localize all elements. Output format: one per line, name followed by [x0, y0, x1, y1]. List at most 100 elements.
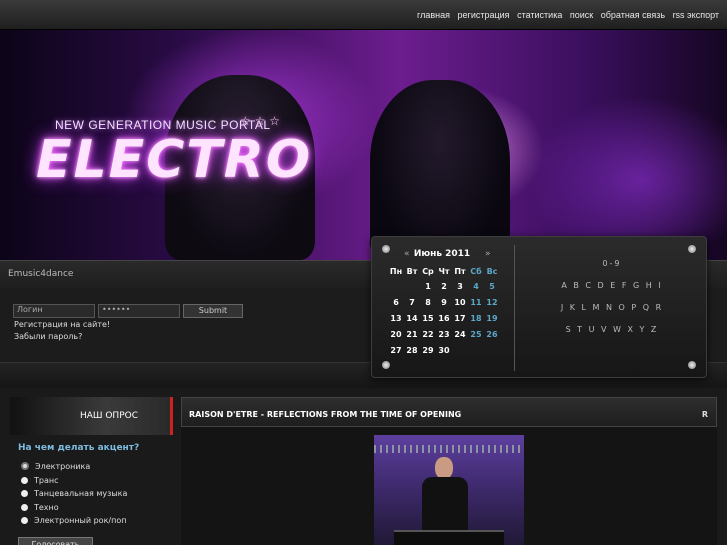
nav-link-statistics[interactable]: статистика [517, 10, 562, 20]
nav-link-feedback[interactable]: обратная связь [601, 10, 665, 20]
calendar-day[interactable]: 10 [452, 294, 468, 310]
header-banner: NEW GENERATION MUSIC PORTAL ☆ ☆ ☆ ELECTR… [0, 30, 727, 260]
calendar-day[interactable]: 16 [436, 310, 452, 326]
calendar-day[interactable]: 27 [388, 342, 404, 358]
calendar-day[interactable]: 6 [388, 294, 404, 310]
calendar-day[interactable]: 12 [484, 294, 500, 310]
calendar-day[interactable]: 18 [468, 310, 484, 326]
vote-button[interactable]: Голосовать [18, 537, 93, 545]
weekday-label: Пн [389, 266, 403, 276]
dj-deck [394, 530, 504, 545]
calendar-day[interactable]: 23 [436, 326, 452, 342]
top-nav-links: главная регистрация статистика поиск обр… [412, 10, 719, 20]
banner-dj-figure-right [370, 80, 510, 260]
article-corner-label: R [701, 410, 708, 419]
poll-option-label: Электроника [35, 462, 91, 471]
calendar-separator [514, 245, 515, 371]
calendar-day[interactable]: 9 [436, 294, 452, 310]
poll-option-label: Танцевальная музыка [34, 489, 128, 498]
weekday-label: Сб [470, 266, 482, 276]
article-block: RAISON D'ETRE - REFLECTIONS FROM THE TIM… [181, 397, 717, 545]
screw-icon [688, 361, 696, 369]
poll-option[interactable]: Техно [21, 503, 59, 512]
calendar-day[interactable] [388, 278, 404, 294]
poll-option-label: Техно [34, 503, 59, 512]
calendar-day[interactable]: 4 [468, 278, 484, 294]
calendar-day[interactable]: 5 [484, 278, 500, 294]
stage-truss [374, 445, 524, 453]
calendar-day[interactable] [404, 278, 420, 294]
screw-icon [688, 245, 696, 253]
calendar-day[interactable]: 14 [404, 310, 420, 326]
weekday-label: Чт [438, 266, 450, 276]
article-header: RAISON D'ETRE - REFLECTIONS FROM THE TIM… [181, 397, 717, 427]
calendar-day[interactable] [468, 342, 484, 358]
submit-button[interactable]: Submit [183, 304, 243, 318]
poll-option-label: Электронный рок/поп [34, 516, 127, 525]
calendar-day[interactable]: 25 [468, 326, 484, 342]
calendar-day[interactable]: 15 [420, 310, 436, 326]
nav-link-search[interactable]: поиск [570, 10, 593, 20]
alpha-index-row[interactable]: S T U V W X Y Z [522, 325, 702, 334]
calendar-day[interactable]: 26 [484, 326, 500, 342]
poll-header: НАШ ОПРОС [10, 397, 173, 435]
calendar-day[interactable]: 17 [452, 310, 468, 326]
calendar-panel: « Июнь 2011 » Пн Вт Ср Чт Пт Сб Вс 1 2 3… [371, 236, 707, 378]
screw-icon [382, 361, 390, 369]
weekday-label: Вс [486, 266, 498, 276]
calendar-day[interactable]: 3 [452, 278, 468, 294]
dj-shirt [422, 477, 468, 537]
poll-option[interactable]: Электронный рок/поп [21, 516, 126, 525]
calendar-month-title: Июнь 2011 [413, 249, 471, 259]
calendar-day[interactable]: 1 [420, 278, 436, 294]
nav-link-register[interactable]: регистрация [458, 10, 510, 20]
weekday-label: Пт [454, 266, 466, 276]
poll-option-label: Транс [34, 476, 59, 485]
weekday-label: Вт [406, 266, 418, 276]
weekday-label: Ср [422, 266, 434, 276]
calendar-day[interactable]: 8 [420, 294, 436, 310]
alpha-index-digits[interactable]: 0-9 [522, 259, 702, 268]
calendar-next-month[interactable]: » [485, 249, 491, 259]
calendar-day[interactable]: 22 [420, 326, 436, 342]
alpha-index-row[interactable]: A B C D E F G H I [522, 281, 702, 290]
calendar-day[interactable]: 2 [436, 278, 452, 294]
calendar-day[interactable]: 11 [468, 294, 484, 310]
calendar-grid: Пн Вт Ср Чт Пт Сб Вс 1 2 3 4 5 6 7 8 9 1… [388, 264, 500, 358]
article-photo[interactable] [374, 435, 524, 545]
radio-icon[interactable] [21, 462, 29, 470]
radio-icon[interactable] [21, 477, 28, 484]
register-link[interactable]: Регистрация на сайте! [14, 320, 110, 329]
poll-title: НАШ ОПРОС [79, 411, 138, 421]
site-logo[interactable]: ELECTRO [36, 130, 312, 190]
dj-head [435, 457, 453, 479]
login-input[interactable]: Логин [13, 304, 95, 318]
calendar-day[interactable]: 21 [404, 326, 420, 342]
calendar-day[interactable]: 29 [420, 342, 436, 358]
calendar-day[interactable] [484, 342, 500, 358]
calendar-day[interactable]: 24 [452, 326, 468, 342]
calendar-day[interactable] [452, 342, 468, 358]
article-title[interactable]: RAISON D'ETRE - REFLECTIONS FROM THE TIM… [189, 410, 461, 419]
calendar-day[interactable]: 28 [404, 342, 420, 358]
radio-icon[interactable] [21, 504, 28, 511]
calendar-day[interactable]: 30 [436, 342, 452, 358]
calendar-day[interactable]: 7 [404, 294, 420, 310]
poll-option[interactable]: Танцевальная музыка [21, 489, 127, 498]
site-name: Emusic4dance [8, 269, 74, 279]
forgot-password-link[interactable]: Забыли пароль? [14, 332, 82, 341]
poll-option[interactable]: Транс [21, 476, 59, 485]
calendar-day[interactable]: 13 [388, 310, 404, 326]
radio-icon[interactable] [21, 517, 28, 524]
radio-icon[interactable] [21, 490, 28, 497]
poll-option[interactable]: Электроника [21, 462, 90, 471]
alpha-index-row[interactable]: J K L M N O P Q R [522, 303, 702, 312]
calendar-day[interactable]: 20 [388, 326, 404, 342]
poll-question: На чем делать акцент? [18, 443, 140, 453]
nav-link-home[interactable]: главная [417, 10, 450, 20]
banner-stars: ☆ ☆ ☆ [240, 114, 280, 128]
password-input[interactable]: •••••• [98, 304, 180, 318]
top-navigation-bar: главная регистрация статистика поиск обр… [0, 0, 727, 30]
nav-link-rss[interactable]: rss экспорт [673, 10, 719, 20]
calendar-day[interactable]: 19 [484, 310, 500, 326]
